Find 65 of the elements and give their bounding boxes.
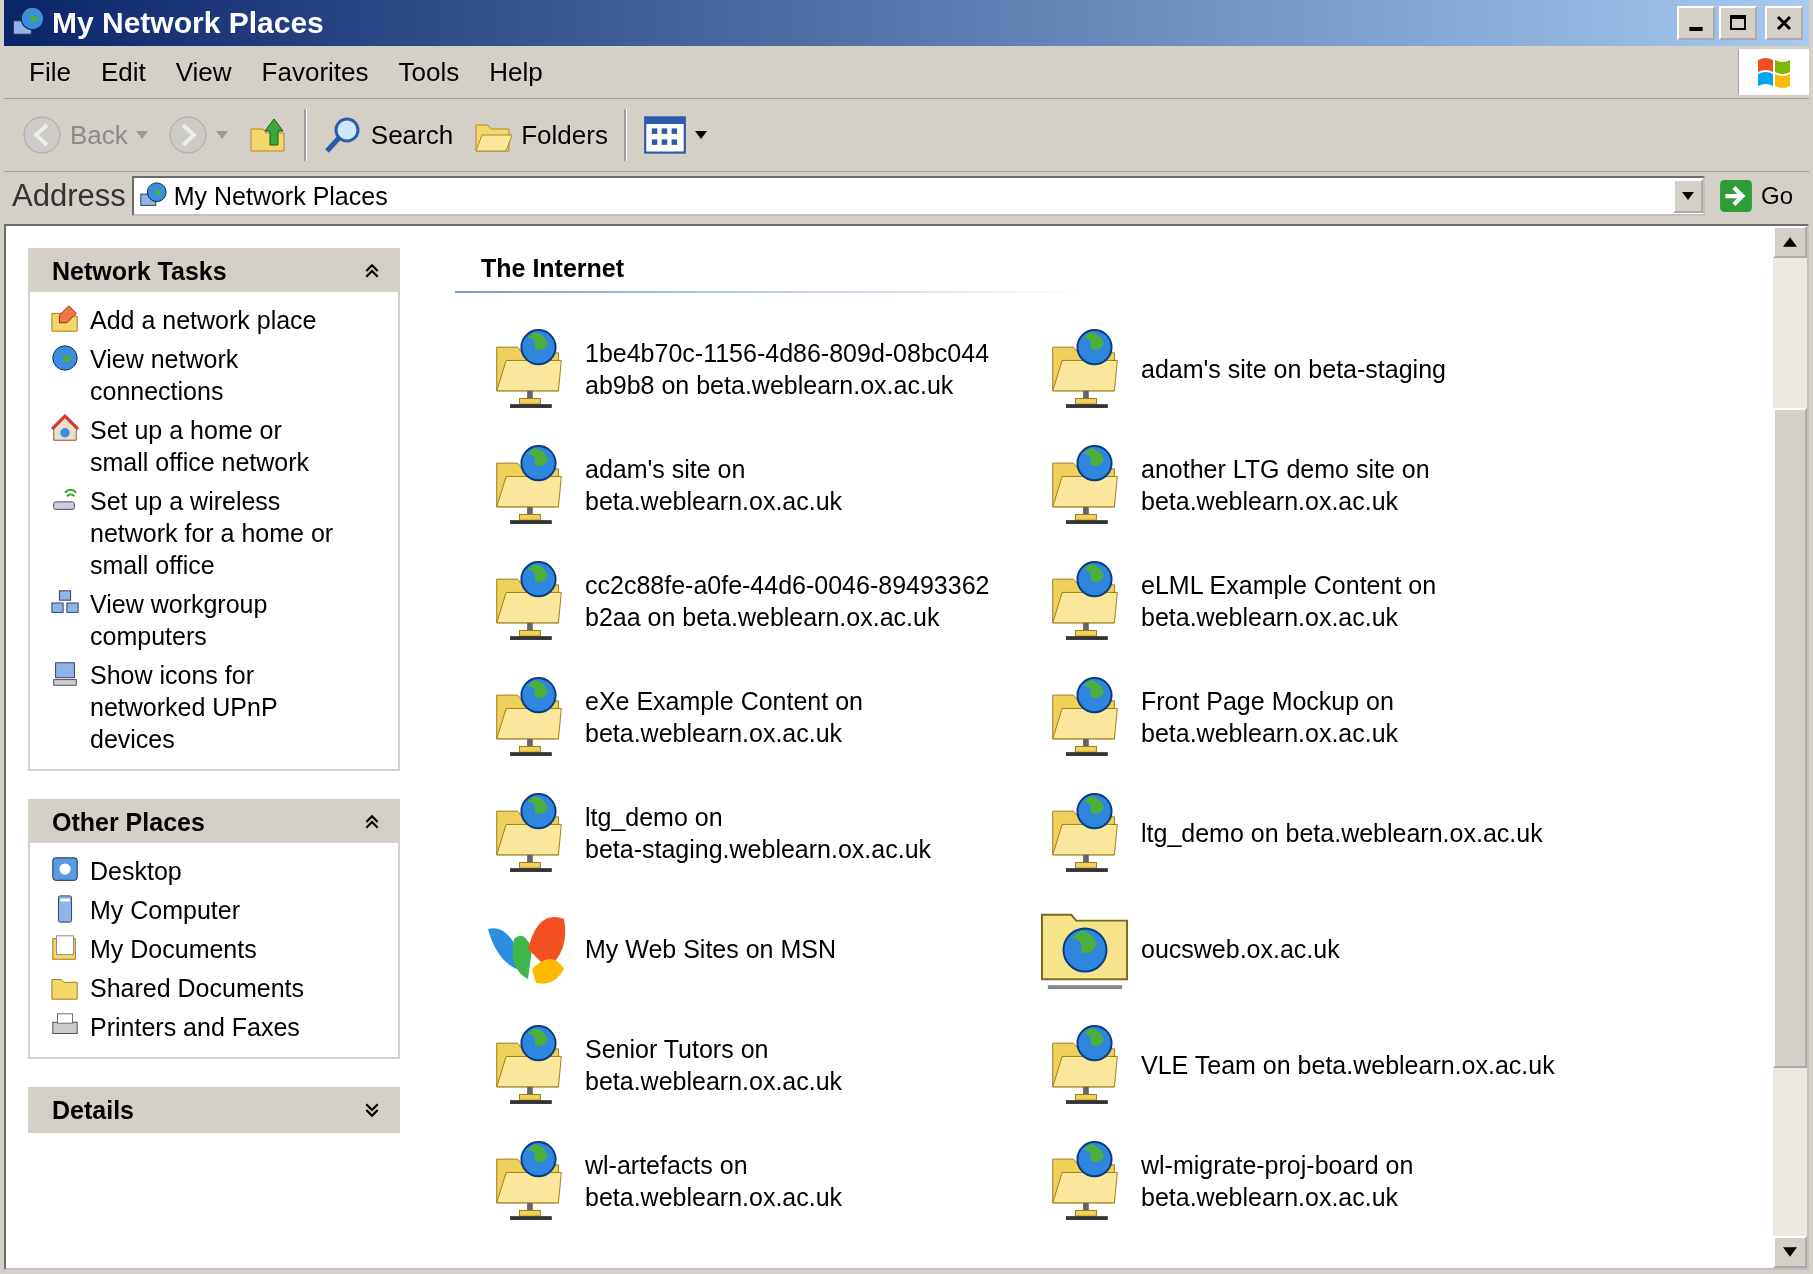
network-place-label[interactable]: wl-migrate-proj-board on beta.weblearn.ox.ac.uk [1141, 1149, 1414, 1213]
caret-icon [215, 131, 228, 139]
network-place-label[interactable]: eLML Example Content on beta.weblearn.ox.ac.uk [1141, 569, 1437, 633]
group-header: The Internet [455, 246, 1081, 293]
go-button[interactable]: Go [1711, 179, 1801, 213]
network-place-label[interactable]: VLE Team on beta.weblearn.ox.ac.uk [1141, 1049, 1555, 1081]
caret-icon [1682, 192, 1694, 200]
expand-chevron-icon [364, 1102, 380, 1118]
maximize-button[interactable] [1719, 6, 1757, 40]
task-link[interactable]: View workgroup computers [90, 588, 268, 652]
menu-item[interactable]: View [160, 56, 247, 88]
network-place-label[interactable]: oucsweb.ox.ac.uk [1141, 933, 1340, 965]
task-link[interactable]: Show icons for networked UPnP devices [90, 659, 278, 755]
network-place-label[interactable]: Senior Tutors on beta.weblearn.ox.ac.uk [585, 1033, 843, 1097]
panel-header[interactable]: Network Tasks [30, 250, 398, 292]
menu-item[interactable]: File [14, 56, 86, 88]
scroll-thumb[interactable] [1773, 408, 1807, 1068]
down-triangle-icon [1783, 1247, 1797, 1257]
panel-header[interactable]: Details [30, 1089, 398, 1131]
window-title: My Network Places [52, 6, 325, 40]
task-link[interactable]: Shared Documents [90, 972, 304, 1004]
folders-button[interactable]: Folders [467, 111, 614, 159]
collapse-chevron-icon [364, 263, 380, 279]
task-link[interactable]: View network connections [90, 343, 239, 407]
network-place-label[interactable]: ltg_demo on beta-staging.weblearn.ox.ac.uk [585, 801, 932, 865]
network-place-label[interactable]: 1be4b70c-1156-4d86-809d-08bc044 ab9b8 on beta.weblearn.ox.ac.uk [585, 337, 990, 401]
task-link[interactable]: Add a network place [90, 304, 317, 336]
task-link[interactable]: My Computer [90, 894, 241, 926]
network-place-label[interactable]: cc2c88fe-a0fe-44d6-0046-89493362 b2aa on beta.weblearn.ox.ac.uk [585, 569, 990, 633]
up-triangle-icon [1783, 237, 1797, 247]
minimize-icon [1689, 27, 1703, 31]
network-place-label[interactable]: wl-artefacts on beta.weblearn.ox.ac.uk [585, 1149, 843, 1213]
network-place-label[interactable]: eXe Example Content on beta.weblearn.ox.ac.uk [585, 685, 863, 749]
maximize-icon [1728, 13, 1748, 33]
scrollbar[interactable] [1773, 226, 1807, 1268]
dropdown-button[interactable] [1673, 179, 1703, 213]
scroll-down-button[interactable] [1773, 1236, 1807, 1268]
task-link[interactable]: My Documents [90, 933, 257, 965]
address-label: Address [12, 178, 126, 214]
views-grid-icon [642, 115, 687, 155]
task-link[interactable]: Desktop [90, 855, 182, 887]
minimize-button[interactable] [1677, 6, 1715, 40]
address-field[interactable]: My Network Places [131, 176, 1705, 216]
network-place-label[interactable]: adam's site on beta.weblearn.ox.ac.uk [585, 453, 843, 517]
menu-item[interactable]: Favorites [246, 56, 384, 88]
task-link[interactable]: Printers and Faxes [90, 1011, 300, 1043]
close-icon [1774, 13, 1794, 33]
collapse-chevron-icon [364, 814, 380, 830]
network-place-label[interactable]: ltg_demo on beta.weblearn.ox.ac.uk [1141, 817, 1543, 849]
network-place-label[interactable]: Front Page Mockup on beta.weblearn.ox.ac.uk [1141, 685, 1399, 749]
caret-icon [135, 131, 148, 139]
network-place-label[interactable]: adam's site on beta-staging [1141, 353, 1446, 385]
task-link[interactable]: Set up a wireless network for a home or small office [90, 485, 334, 581]
close-button[interactable] [1765, 6, 1803, 40]
menu-item[interactable]: Help [474, 56, 558, 88]
network-place-label[interactable]: My Web Sites on MSN [585, 933, 836, 965]
network-place-label[interactable]: another LTG demo site on beta.weblearn.ox.ac.uk [1141, 453, 1430, 517]
panel-header[interactable]: Other Places [30, 801, 398, 843]
menu-item[interactable]: Tools [383, 56, 475, 88]
scroll-up-button[interactable] [1773, 226, 1807, 258]
task-link[interactable]: Set up a home or small office network [90, 414, 310, 478]
menu-item[interactable]: Edit [85, 56, 161, 88]
caret-icon [694, 131, 707, 139]
home-icon [50, 414, 80, 444]
search-button[interactable]: Search [316, 111, 460, 159]
